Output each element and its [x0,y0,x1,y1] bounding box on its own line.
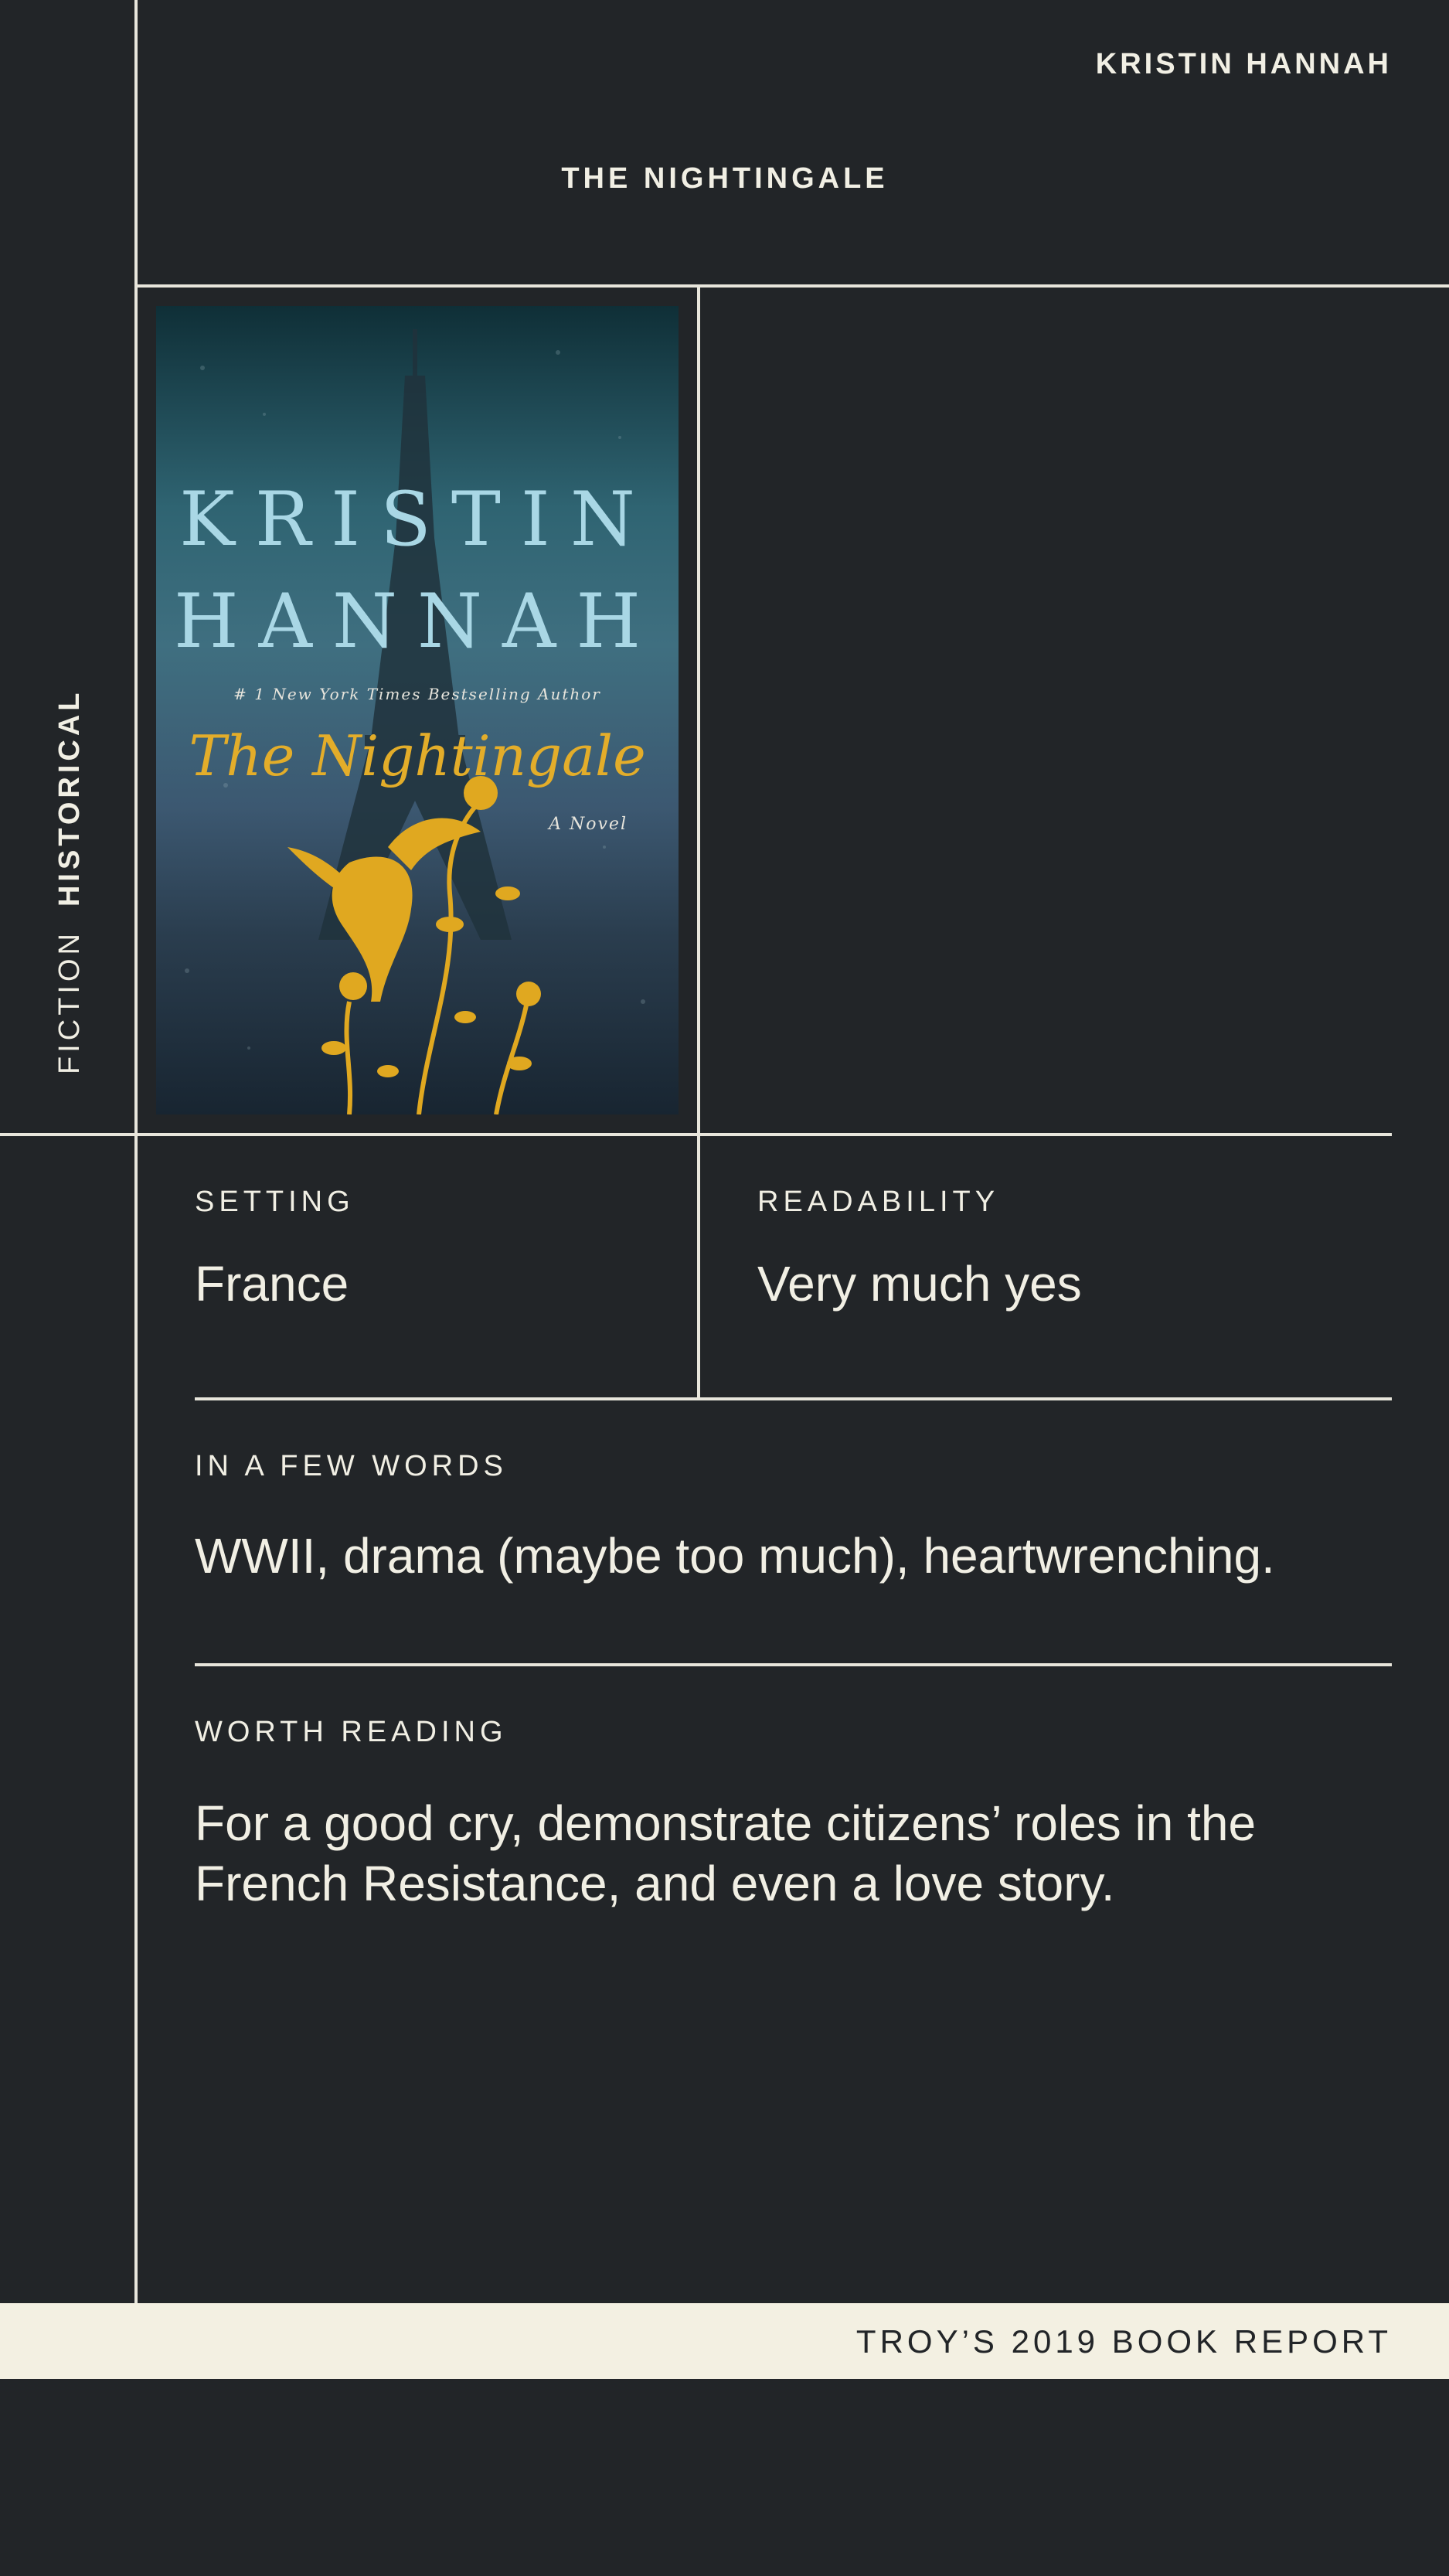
cover-title: The Nightingale [189,723,646,788]
header-divider [134,284,1449,288]
setting-divider [195,1397,1392,1400]
cover-author-last: HANNAH [173,578,662,665]
header-title: THE NIGHTINGALE [561,162,889,195]
cover-artwork [185,329,645,1114]
cover-subtitle: A Novel [549,815,628,834]
readability-value: Very much yes [757,1256,1082,1312]
few-words-divider [195,1663,1392,1666]
worth-reading-label: WORTH READING [195,1716,508,1748]
few-words-value: WWII, drama (maybe too much), heartwrenc… [195,1528,1275,1584]
genre-secondary: HISTORICAL [53,689,86,907]
setting-value: France [195,1256,349,1312]
book-cover-image: KRISTIN HANNAH # 1 New York Times Bestse… [156,306,679,1114]
genre-primary: FICTION [53,930,86,1074]
few-words-label: IN A FEW WORDS [195,1450,508,1482]
footer-bar: TROY’S 2019 BOOK REPORT [0,2303,1449,2379]
cover-bottom-divider [0,1133,1392,1136]
setting-label: SETTING [195,1186,355,1218]
cover-bestselling: # 1 New York Times Bestselling Author [233,685,601,703]
header-author: KRISTIN HANNAH [1095,48,1392,80]
readability-label: READABILITY [757,1186,1000,1218]
cover-right-divider [697,284,700,1400]
worth-reading-value: For a good cry, demonstrate citizens’ ro… [195,1795,1257,1911]
cover-author-first: KRISTIN [179,476,655,563]
left-border-line [134,0,138,2303]
footer-text: TROY’S 2019 BOOK REPORT [855,2323,1392,2360]
genre-label: FICTION HISTORICAL [46,672,93,1074]
